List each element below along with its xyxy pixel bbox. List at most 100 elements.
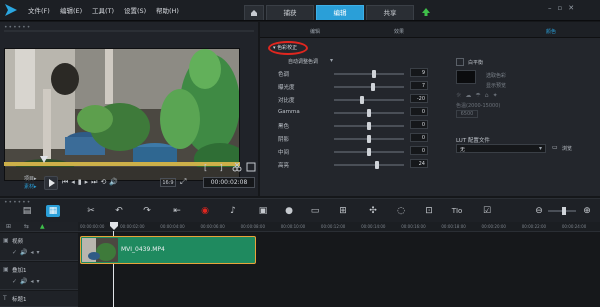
- lut-select[interactable]: 无 ▾: [456, 144, 546, 153]
- slider-knob[interactable]: [367, 135, 371, 143]
- playhead-marker-icon[interactable]: [40, 156, 48, 163]
- undo-icon[interactable]: ↶: [112, 205, 126, 217]
- toolbox-icon[interactable]: ✂: [84, 205, 98, 217]
- fit-icon[interactable]: [246, 162, 256, 172]
- menu-help[interactable]: 帮助(H): [156, 5, 179, 15]
- ripple-icon[interactable]: ⇆: [24, 223, 29, 230]
- subtab-color[interactable]: 颜色: [536, 28, 566, 36]
- menu-edit[interactable]: 编辑(E): [60, 5, 82, 15]
- storyboard-view-icon[interactable]: ▤: [20, 205, 34, 217]
- timecode-field[interactable]: 00:00:02:08: [203, 177, 255, 188]
- track-header-video[interactable]: ▣ 视频 ✓🔊◂▾: [0, 233, 78, 261]
- title-icon[interactable]: TIo: [450, 205, 464, 217]
- slider-value[interactable]: 7: [410, 81, 428, 90]
- window-controls[interactable]: –▫✕: [548, 4, 580, 12]
- tab-edit[interactable]: 编辑: [316, 5, 364, 20]
- slider-knob[interactable]: [367, 109, 371, 117]
- slider-knob[interactable]: [372, 70, 376, 78]
- slider-midtone[interactable]: 中间 0: [278, 146, 438, 158]
- menu-settings[interactable]: 设置(S): [124, 5, 146, 15]
- track-controls[interactable]: ✓🔊◂▾: [12, 249, 43, 256]
- slider-value[interactable]: 9: [410, 68, 428, 77]
- scissors-icon[interactable]: [232, 162, 242, 172]
- slider-contrast[interactable]: 对比度 -20: [278, 94, 438, 106]
- slider-track[interactable]: [334, 122, 404, 130]
- slider-track[interactable]: [334, 148, 404, 156]
- track-header-overlay[interactable]: ▣ 叠加1 ✓🔊◂▾: [0, 262, 78, 290]
- clip-mode-label[interactable]: 素材▸: [24, 183, 37, 190]
- slider-black[interactable]: 黑色 0: [278, 120, 438, 132]
- slider-value[interactable]: 0: [410, 120, 428, 129]
- zoom-knob[interactable]: [562, 207, 566, 215]
- slider-gamma[interactable]: Gamma 0: [278, 107, 438, 119]
- timeline-view-icon[interactable]: ▦: [46, 205, 60, 217]
- slider-value[interactable]: -20: [410, 94, 428, 103]
- slider-track[interactable]: [334, 135, 404, 143]
- subtab-edit[interactable]: 编辑: [300, 28, 330, 36]
- slider-track[interactable]: [334, 70, 404, 78]
- subtitle-editor-icon[interactable]: ▭: [308, 205, 322, 217]
- white-balance-checkbox[interactable]: [456, 58, 464, 66]
- auto-music-icon[interactable]: ▣: [256, 205, 270, 217]
- menu-file[interactable]: 文件(F): [28, 5, 50, 15]
- project-mode-label[interactable]: 项目▸: [24, 175, 37, 182]
- folder-icon[interactable]: ▭: [552, 144, 558, 151]
- slider-knob[interactable]: [375, 161, 379, 169]
- timeline-playhead-icon[interactable]: [110, 222, 118, 232]
- multi-camera-icon[interactable]: ⊞: [336, 205, 350, 217]
- scene-presets[interactable]: ☼☁☂⌂✦: [456, 92, 502, 99]
- menu-tools[interactable]: 工具(T): [92, 5, 114, 15]
- slider-knob[interactable]: [367, 148, 371, 156]
- slider-value[interactable]: 0: [410, 107, 428, 116]
- tab-share[interactable]: 共享: [366, 5, 414, 20]
- slider-knob[interactable]: [371, 83, 375, 91]
- zoom-slider[interactable]: [548, 207, 576, 215]
- track-controls[interactable]: ✓🔊◂▾: [12, 278, 43, 285]
- track-header-title[interactable]: T 标题1: [0, 291, 78, 307]
- play-button[interactable]: [44, 176, 58, 190]
- motion-tracking-icon[interactable]: ●: [282, 205, 296, 217]
- transport-controls[interactable]: ⏮◂▮▸⏭⟲🔊: [62, 178, 121, 187]
- browse-button[interactable]: 浏览: [562, 145, 572, 152]
- slider-track[interactable]: [334, 109, 404, 117]
- fit-timeline-icon[interactable]: ⇤: [170, 205, 184, 217]
- subtab-effect[interactable]: 效果: [384, 28, 414, 36]
- checkmark-icon[interactable]: ☑: [480, 205, 494, 217]
- home-button[interactable]: [244, 5, 264, 20]
- zoom-out-icon[interactable]: ⊖: [532, 205, 546, 217]
- fullscreen-icon[interactable]: ⤢: [180, 177, 186, 187]
- pick-color-button[interactable]: 选取色彩: [486, 72, 506, 79]
- tab-capture[interactable]: 捕获: [266, 5, 314, 20]
- slider-track[interactable]: [334, 96, 404, 104]
- slider-knob[interactable]: [367, 122, 371, 130]
- add-track-icon[interactable]: ⊞: [6, 223, 11, 230]
- sound-mixer-icon[interactable]: ♪: [226, 205, 240, 217]
- pan-zoom-icon[interactable]: ⊡: [422, 205, 436, 217]
- section-title[interactable]: ▾ 色彩校正: [273, 44, 297, 51]
- show-preview-checkbox[interactable]: 显示预览: [486, 82, 506, 89]
- slider-shadow[interactable]: 阴影 0: [278, 133, 438, 145]
- upload-arrow-icon[interactable]: [422, 8, 430, 16]
- slider-value[interactable]: 0: [410, 146, 428, 155]
- mask-creator-icon[interactable]: ◌: [394, 205, 408, 217]
- ripple-toggle-icon[interactable]: ▲: [40, 223, 45, 230]
- temperature-field[interactable]: 6500: [456, 110, 478, 118]
- time-remap-icon[interactable]: ✣: [366, 205, 380, 217]
- slider-exposure[interactable]: 曝光度 7: [278, 81, 438, 93]
- slider-knob[interactable]: [360, 96, 364, 104]
- slider-track[interactable]: [334, 161, 404, 169]
- slider-value[interactable]: 24: [410, 159, 428, 168]
- trim-markers[interactable]: [ ]: [204, 163, 228, 172]
- auto-tone-checkbox[interactable]: 自动调整色调: [288, 58, 318, 65]
- zoom-in-icon[interactable]: ⊕: [580, 205, 594, 217]
- video-clip[interactable]: MVI_0439.MP4: [80, 236, 256, 264]
- redo-icon[interactable]: ↷: [140, 205, 154, 217]
- timeline-ruler[interactable]: 00:00:00:00 00:00:02:00 00:00:04:00 00:00:0…: [78, 222, 600, 232]
- record-capture-icon[interactable]: ◉: [198, 205, 212, 217]
- color-swatch[interactable]: [456, 70, 476, 84]
- aspect-ratio-select[interactable]: 16:9: [160, 178, 176, 187]
- chevron-down-icon[interactable]: ▾: [330, 57, 333, 64]
- slider-highlight[interactable]: 高亮 24: [278, 159, 438, 171]
- slider-value[interactable]: 0: [410, 133, 428, 142]
- slider-track[interactable]: [334, 83, 404, 91]
